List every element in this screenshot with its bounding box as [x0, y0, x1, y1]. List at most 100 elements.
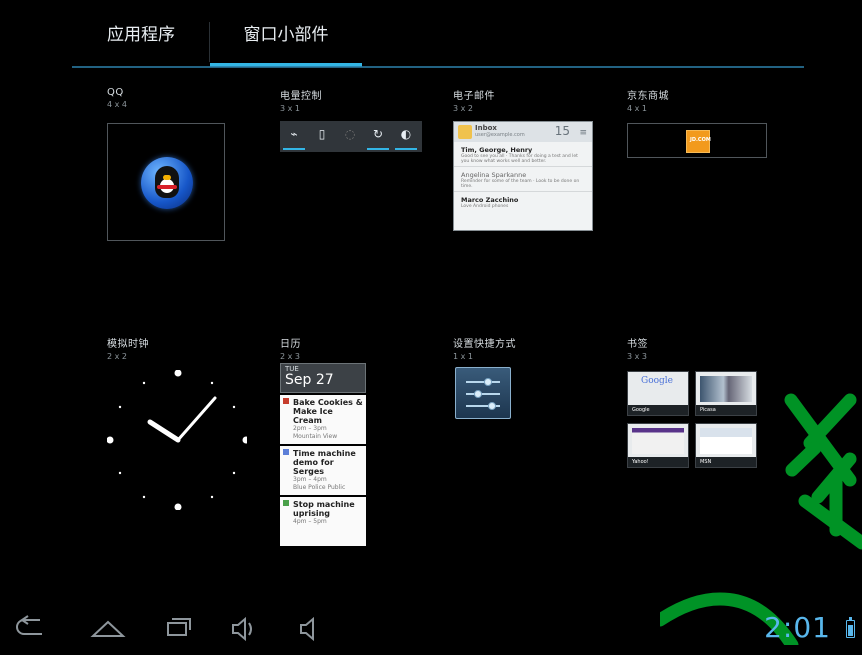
- widget-name: 电子邮件: [453, 91, 495, 102]
- calendar-event: Time machine demo for Serges 3pm – 4pm B…: [280, 446, 366, 495]
- email-sender: Angelina Sparkanne: [461, 171, 527, 179]
- recent-apps-icon[interactable]: [160, 612, 194, 646]
- event-title: Stop machine uprising: [293, 500, 355, 518]
- widget-name: 模拟时钟: [107, 339, 149, 350]
- jd-icon-label: JD.COM: [690, 137, 711, 143]
- email-account: user@example.com: [475, 132, 525, 138]
- bookmark-thumbnail: Google Google: [627, 371, 689, 416]
- back-icon[interactable]: [16, 612, 50, 646]
- wifi-icon[interactable]: ⌁: [280, 121, 308, 152]
- bluetooth-icon[interactable]: ▯: [308, 121, 336, 152]
- settings-slider-line: [466, 393, 500, 395]
- tab-bar: 应用程序 窗口小部件: [72, 12, 804, 68]
- widget-name: 设置快捷方式: [453, 339, 516, 350]
- bookmark-page-image: [700, 428, 752, 454]
- widget-qq[interactable]: QQ 4 x 4: [107, 87, 227, 247]
- event-title: Time machine demo for Serges: [293, 449, 356, 476]
- widget-size: 3 x 3: [627, 352, 647, 361]
- calendar-header: TUE Sep 27: [280, 363, 366, 393]
- calendar-widget-preview: TUE Sep 27 Bake Cookies & Make Ice Cream…: [280, 363, 366, 546]
- qq-widget-preview: [107, 123, 225, 241]
- widget-name: 日历: [280, 339, 301, 350]
- widget-size: 2 x 3: [280, 352, 300, 361]
- calendar-event: Stop machine uprising 4pm – 5pm: [280, 497, 366, 546]
- gps-icon[interactable]: ◌: [336, 121, 364, 152]
- widget-size: 3 x 2: [453, 104, 473, 113]
- status-bar-clock: 2:01: [764, 611, 831, 644]
- wifi-on-indicator: [283, 148, 305, 150]
- home-icon[interactable]: [89, 612, 127, 646]
- widget-size: 2 x 2: [107, 352, 127, 361]
- widget-analog-clock[interactable]: 模拟时钟 2 x 2: [107, 335, 249, 515]
- penguin-scarf: [157, 185, 177, 189]
- sync-icon[interactable]: ↻: [364, 121, 392, 152]
- email-snippet: Reminder for some of the team · Look to …: [461, 179, 580, 189]
- widget-calendar[interactable]: 日历 2 x 3 TUE Sep 27 Bake Cookies & Make …: [280, 335, 370, 555]
- tab-divider: [72, 66, 804, 68]
- penguin-body: [155, 166, 179, 198]
- settings-slider-knob: [488, 402, 496, 410]
- email-sender: Marco Zacchino: [461, 196, 519, 204]
- android-widget-picker: 应用程序 窗口小部件 QQ 4 x 4 电量控制 3 x 1 ⌁ ▯ ◌ ↻ ◐: [0, 0, 862, 655]
- event-color-tag: [283, 500, 289, 506]
- widget-size: 4 x 1: [627, 104, 647, 113]
- widget-power-control[interactable]: 电量控制 3 x 1 ⌁ ▯ ◌ ↻ ◐: [280, 87, 425, 167]
- tab-apps[interactable]: 应用程序: [72, 12, 210, 66]
- analog-clock-preview: [107, 370, 247, 510]
- email-widget-preview: Inbox user@example.com 15 ≡ Tim, George,…: [453, 121, 593, 231]
- widget-settings-shortcut[interactable]: 设置快捷方式 1 x 1: [453, 335, 543, 435]
- bookmark-thumbnail: Picasa: [695, 371, 757, 416]
- widget-name: QQ: [107, 87, 124, 98]
- event-title: Bake Cookies & Make Ice Cream: [293, 398, 363, 425]
- widget-email[interactable]: 电子邮件 3 x 2 Inbox user@example.com 15 ≡ T…: [453, 87, 595, 237]
- email-inbox-title: Inbox: [475, 124, 497, 132]
- email-app-icon: [458, 125, 472, 139]
- brightness-icon[interactable]: ◐: [392, 121, 420, 152]
- email-message: Angelina Sparkanne Reminder for some of …: [454, 167, 592, 192]
- bookmark-label: MSN: [696, 457, 756, 467]
- settings-slider-knob: [474, 390, 482, 398]
- qq-penguin-icon: [141, 157, 193, 209]
- bookmark-label: Yahoo!: [628, 457, 688, 467]
- widget-name: 书签: [627, 339, 648, 350]
- settings-icon: [455, 367, 511, 419]
- email-message: Tim, George, Henry Good to see you all ·…: [454, 142, 592, 167]
- battery-icon: [846, 617, 855, 638]
- penguin-beak: [163, 175, 171, 180]
- settings-slider-knob: [484, 378, 492, 386]
- bookmark-label: Google: [628, 405, 688, 415]
- email-sender: Tim, George, Henry: [461, 146, 533, 154]
- email-snippet: Love Android phones: [461, 204, 509, 209]
- menu-icon: ≡: [579, 128, 587, 138]
- event-location: Mountain View: [293, 433, 338, 440]
- clock-hour-hand: [147, 419, 181, 443]
- system-navigation-bar: [0, 612, 862, 655]
- event-color-tag: [283, 449, 289, 455]
- volume-down-icon[interactable]: [296, 612, 322, 646]
- widget-name: 京东商城: [627, 91, 669, 102]
- widget-jd-mall[interactable]: 京东商城 4 x 1 JD.COM: [627, 87, 769, 167]
- jd-icon: JD.COM: [686, 130, 711, 153]
- volume-up-icon[interactable]: [228, 612, 258, 646]
- settings-slider-line: [466, 381, 500, 383]
- email-unread-count: 15: [554, 124, 570, 138]
- tab-widgets[interactable]: 窗口小部件: [210, 12, 362, 66]
- brightness-on-indicator: [395, 148, 417, 150]
- bookmark-thumbnail: MSN: [695, 423, 757, 468]
- widget-size: 1 x 1: [453, 352, 473, 361]
- email-header: Inbox user@example.com 15 ≡: [454, 122, 592, 142]
- event-time: 4pm – 5pm: [293, 518, 327, 525]
- email-snippet: Good to see you all · Thanks for doing a…: [461, 154, 578, 164]
- clock-minute-hand: [176, 396, 217, 442]
- google-logo: Google: [641, 376, 673, 386]
- email-message: Marco Zacchino Love Android phones: [454, 192, 592, 217]
- bookmark-label: Picasa: [696, 405, 756, 415]
- event-location: Blue Police Public: [293, 484, 346, 491]
- widget-bookmarks[interactable]: 书签 3 x 3 Google Google Picasa Yahoo! MSN: [627, 335, 767, 485]
- widget-size: 3 x 1: [280, 104, 300, 113]
- event-time: 2pm – 3pm: [293, 425, 327, 432]
- calendar-event: Bake Cookies & Make Ice Cream 2pm – 3pm …: [280, 395, 366, 444]
- event-color-tag: [283, 398, 289, 404]
- bookmark-page-image: [632, 428, 684, 454]
- jd-widget-preview: JD.COM: [627, 123, 767, 158]
